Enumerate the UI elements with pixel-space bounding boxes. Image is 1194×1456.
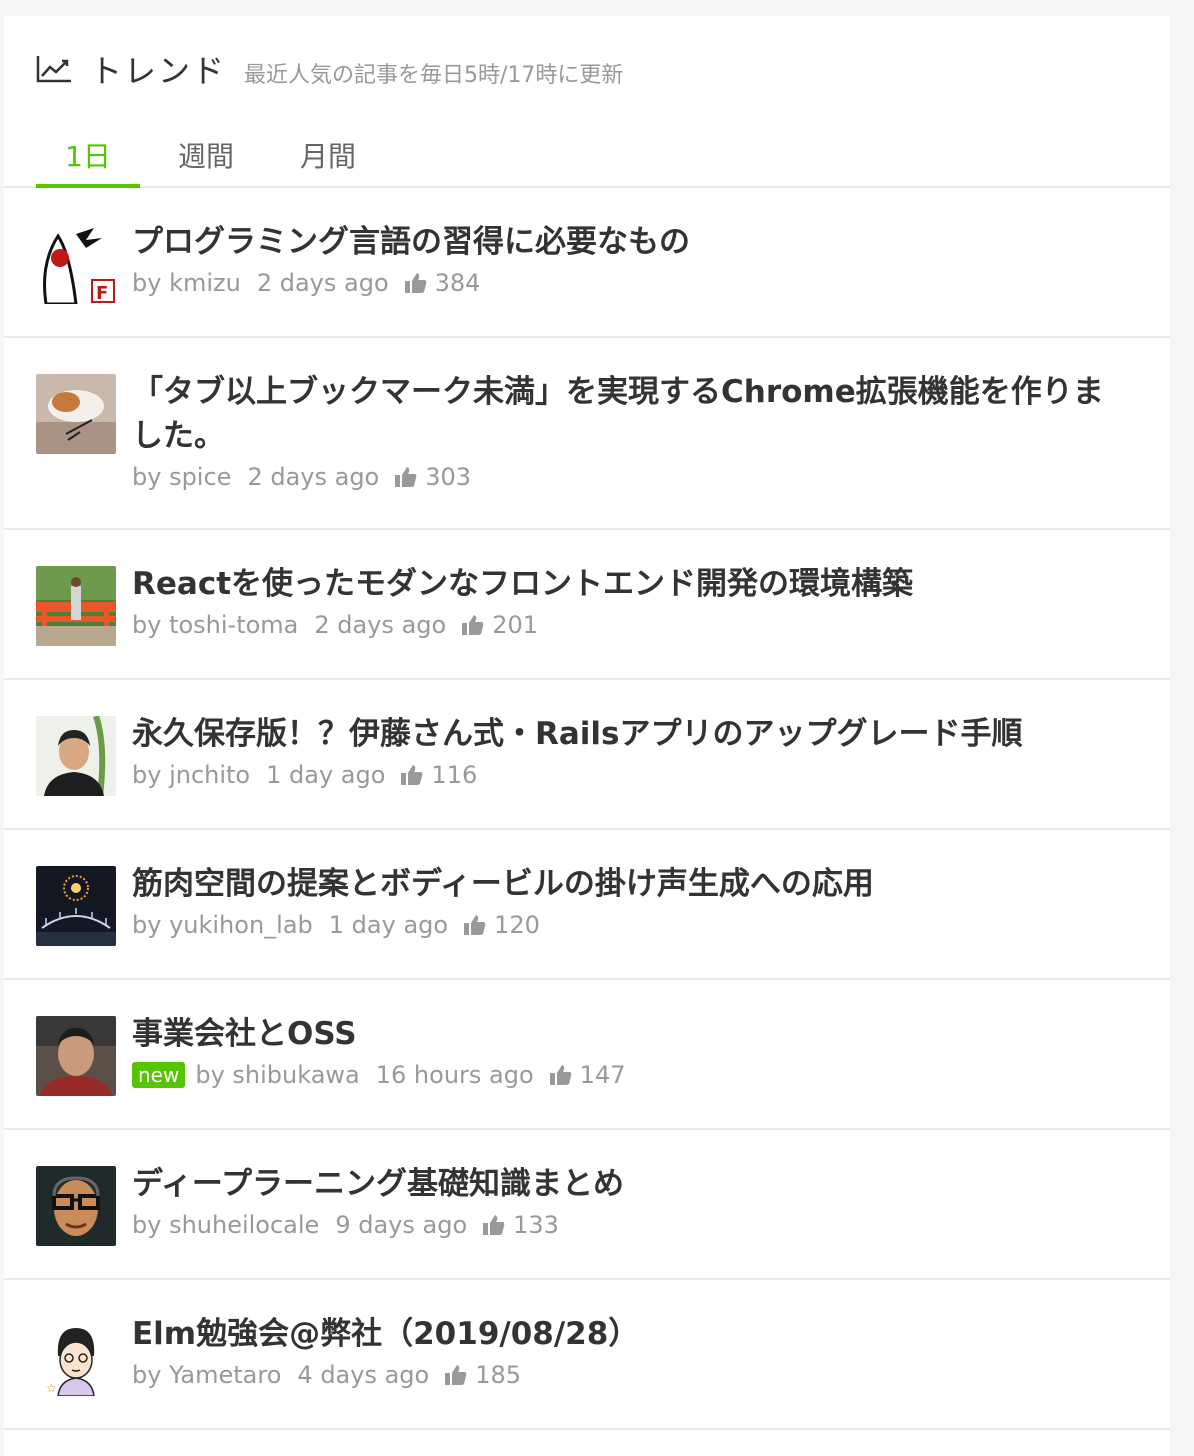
post-time: 1 day ago — [328, 911, 449, 939]
like-number: 201 — [492, 611, 539, 639]
article-title[interactable]: 永久保存版！？伊藤さん式・Railsアプリのアップグレード手順 — [132, 712, 1130, 756]
like-count: 303 — [395, 460, 471, 494]
author-avatar[interactable]: ☆ — [36, 1316, 116, 1396]
article-meta: new by shibukawa 16 hours ago 147 — [132, 1058, 1130, 1092]
like-number: 185 — [475, 1361, 522, 1389]
article-title[interactable]: Reactを使ったモダンなフロントエンド開発の環境構築 — [132, 562, 1130, 606]
author-link[interactable]: by kmizu — [132, 266, 241, 300]
like-number: 116 — [431, 761, 478, 789]
like-count: 116 — [401, 758, 477, 792]
author-link[interactable]: by spice — [132, 460, 231, 494]
article-meta: by shuheilocale 9 days ago 133 — [132, 1208, 1130, 1242]
article-item: 筋肉空間の提案とボディービルの掛け声生成への応用 by yukihon_lab … — [4, 830, 1170, 980]
thumbs-up-icon — [445, 1365, 467, 1385]
thumbs-up-icon — [549, 1065, 572, 1085]
tab-weekly[interactable]: 週間 — [154, 126, 258, 184]
post-time: 16 hours ago — [375, 1061, 534, 1089]
thumbs-up-icon — [395, 467, 417, 487]
article-title[interactable]: プログラミング言語の習得に必要なもの — [132, 220, 1130, 264]
thumbs-up-icon — [464, 915, 486, 935]
article-item: Reactを使ったモダンなフロントエンド開発の環境構築 by toshi-tom… — [4, 530, 1170, 680]
post-time: 1 day ago — [266, 761, 386, 789]
article-meta: by toshi-toma 2 days ago 201 — [132, 608, 1130, 642]
header-title: トレンド — [90, 52, 227, 90]
like-count: 185 — [445, 1358, 521, 1392]
like-number: 384 — [434, 269, 481, 297]
article-item: 永久保存版！？伊藤さん式・Railsアプリのアップグレード手順 by jnchi… — [4, 680, 1170, 830]
author-link[interactable]: by Yametaro — [132, 1358, 281, 1392]
post-time: 2 days ago — [256, 269, 389, 297]
author-link[interactable]: by yukihon_lab — [132, 908, 313, 942]
article-item: 「タブ以上ブックマーク未満」を実現するChrome拡張機能を作りました。 by … — [4, 338, 1170, 530]
author-avatar[interactable] — [36, 1166, 116, 1246]
trend-header: トレンド 最近人気の記事を毎日5時/17時に更新 — [4, 16, 1170, 116]
author-link[interactable]: by toshi-toma — [132, 608, 298, 642]
author-link[interactable]: by shuheilocale — [132, 1208, 319, 1242]
author-avatar[interactable] — [36, 566, 116, 646]
like-count: 120 — [464, 908, 540, 942]
article-title[interactable]: 「タブ以上ブックマーク未満」を実現するChrome拡張機能を作りました。 — [132, 370, 1130, 458]
author-link[interactable]: by jnchito — [132, 758, 250, 792]
article-title[interactable]: ディープラーニング基礎知識まとめ — [132, 1162, 1130, 1206]
like-count: 133 — [483, 1208, 559, 1242]
like-number: 147 — [579, 1061, 626, 1089]
like-count: 201 — [462, 608, 538, 642]
tab-1day[interactable]: 1日 — [36, 126, 140, 188]
post-time: 2 days ago — [314, 611, 447, 639]
thumbs-up-icon — [462, 615, 484, 635]
article-item: ディープラーニング基礎知識まとめ by shuheilocale 9 days … — [4, 1130, 1170, 1280]
author-avatar[interactable] — [36, 374, 116, 454]
thumbs-up-icon — [483, 1215, 505, 1235]
trending-up-icon — [36, 54, 72, 84]
article-meta: by jnchito 1 day ago 116 — [132, 758, 1130, 792]
post-time: 9 days ago — [335, 1211, 468, 1239]
author-link[interactable]: by shibukawa — [195, 1058, 359, 1092]
header-description: 最近人気の記事を毎日5時/17時に更新 — [244, 63, 624, 88]
svg-text:F: F — [96, 283, 108, 304]
like-count: 384 — [404, 266, 481, 300]
like-number: 303 — [425, 463, 472, 491]
post-time: 4 days ago — [297, 1361, 430, 1389]
article-meta: by yukihon_lab 1 day ago 120 — [132, 908, 1130, 942]
article-title[interactable]: 事業会社とOSS — [132, 1012, 1130, 1056]
article-meta: by spice 2 days ago 303 — [132, 460, 1130, 494]
author-avatar[interactable] — [36, 1016, 116, 1096]
article-title[interactable]: 筋肉空間の提案とボディービルの掛け声生成への応用 — [132, 862, 1130, 906]
trend-panel: トレンド 最近人気の記事を毎日5時/17時に更新 1日 週間 月間 F プログラ — [4, 16, 1170, 1456]
thumbs-up-icon — [404, 273, 426, 293]
like-number: 120 — [494, 911, 540, 939]
article-title[interactable]: Elm勉強会@弊社（2019/08/28） — [132, 1312, 1130, 1356]
article-meta: by Yametaro 4 days ago 185 — [132, 1358, 1130, 1392]
article-list: F プログラミング言語の習得に必要なもの by kmizu 2 days ago… — [4, 188, 1170, 1430]
thumbs-up-icon — [401, 765, 423, 785]
author-avatar[interactable] — [36, 866, 116, 946]
article-meta: by kmizu 2 days ago 384 — [132, 266, 1130, 300]
like-number: 133 — [513, 1211, 559, 1239]
new-badge: new — [132, 1062, 186, 1088]
period-tabs: 1日 週間 月間 — [4, 116, 1170, 188]
article-item: 事業会社とOSS new by shibukawa 16 hours ago 1… — [4, 980, 1170, 1130]
svg-text:☆: ☆ — [46, 1381, 57, 1395]
tab-monthly[interactable]: 月間 — [276, 126, 380, 184]
post-time: 2 days ago — [247, 463, 380, 491]
like-count: 147 — [549, 1058, 626, 1092]
author-avatar[interactable] — [36, 716, 116, 796]
author-avatar[interactable]: F — [36, 224, 116, 304]
article-item: F プログラミング言語の習得に必要なもの by kmizu 2 days ago… — [4, 188, 1170, 338]
article-item: ☆ Elm勉強会@弊社（2019/08/28） by Yametaro 4 da… — [4, 1280, 1170, 1430]
